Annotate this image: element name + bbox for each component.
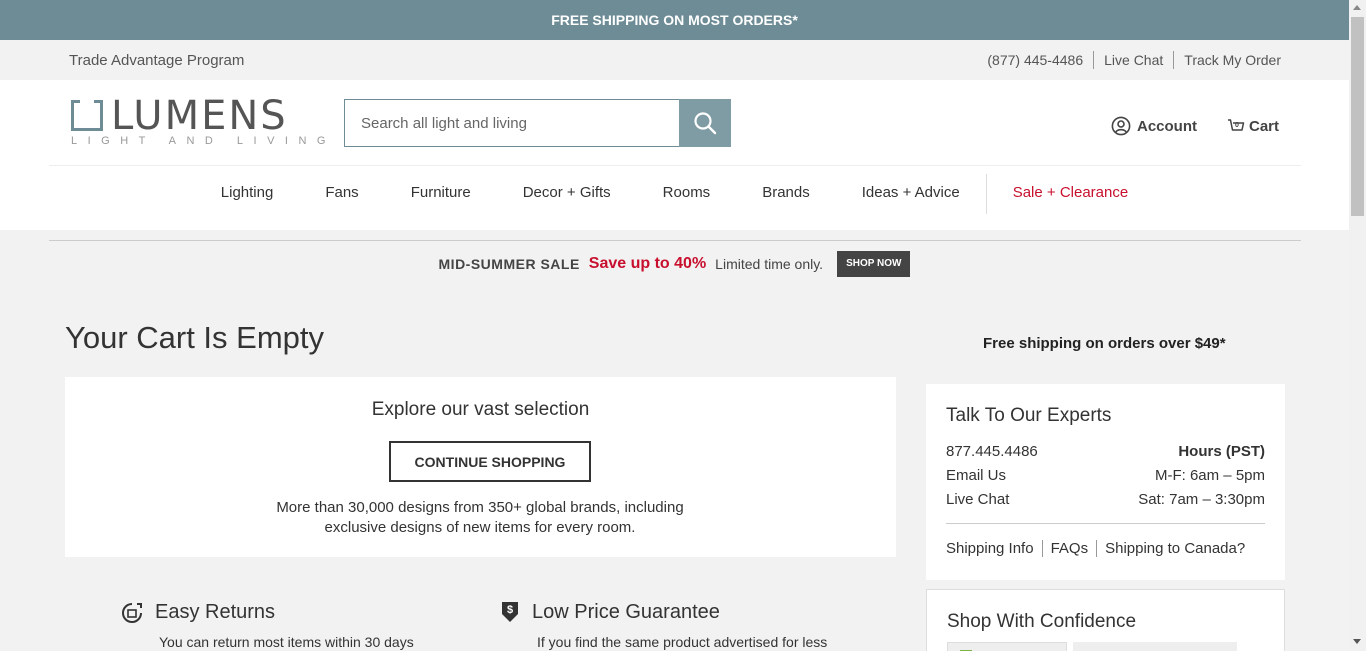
easy-returns-title: Easy Returns [155, 601, 276, 623]
shop-now-button[interactable]: SHOP NOW [837, 251, 911, 277]
scroll-down-arrow-icon[interactable] [1353, 639, 1361, 644]
sale-label: MID-SUMMER SALE [438, 256, 580, 272]
nav-separator [985, 174, 987, 214]
sale-banner: MID-SUMMER SALE Save up to 40% Limited t… [0, 251, 1349, 277]
nav-brands[interactable]: Brands [762, 184, 810, 214]
nav-ideas-advice[interactable]: Ideas + Advice [862, 184, 960, 214]
confidence-title: Shop With Confidence [947, 611, 1137, 632]
low-price-title: Low Price Guarantee [532, 601, 720, 623]
account-link[interactable]: Account [1111, 116, 1197, 136]
nav-lighting[interactable]: Lighting [221, 184, 274, 214]
weekday-hours: M-F: 6am – 5pm [1154, 467, 1265, 484]
live-chat-link[interactable]: Live Chat [1093, 51, 1173, 69]
nav-decor-gifts[interactable]: Decor + Gifts [523, 184, 611, 214]
user-icon [1111, 116, 1131, 136]
faqs-link[interactable]: FAQs [1041, 540, 1097, 557]
hours-label: Hours (PST) [1178, 443, 1265, 460]
sale-highlight: Save up to 40% [588, 255, 707, 272]
saturday-hours: Sat: 7am – 3:30pm [1138, 491, 1265, 508]
price-tag-icon: $ [502, 602, 518, 622]
search-bar [344, 99, 731, 147]
logo-mark-icon [71, 96, 103, 131]
nav-divider [49, 165, 1301, 166]
continue-shopping-button[interactable]: CONTINUE SHOPPING [389, 441, 591, 482]
sale-divider [49, 240, 1301, 241]
trust-badge-secondary[interactable] [1073, 642, 1237, 651]
search-button[interactable] [679, 99, 731, 147]
returns-icon [122, 603, 142, 623]
site-header: LUMENS LIGHT AND LIVING Account 0 Cart L… [0, 80, 1349, 230]
promo-text: FREE SHIPPING ON MOST ORDERS* [551, 12, 798, 28]
cart-icon: 0 [1228, 118, 1245, 131]
trade-program-link[interactable]: Trade Advantage Program [69, 52, 244, 69]
promo-bar[interactable]: FREE SHIPPING ON MOST ORDERS* [0, 0, 1349, 40]
logo-tagline: LIGHT AND LIVING [71, 135, 336, 147]
track-order-link[interactable]: Track My Order [1173, 51, 1281, 69]
shipping-canada-link[interactable]: Shipping to Canada? [1096, 540, 1253, 557]
scroll-thumb[interactable] [1351, 17, 1364, 216]
page-scrollbar[interactable] [1349, 0, 1366, 651]
scroll-up-arrow-icon[interactable] [1353, 5, 1361, 10]
experts-title: Talk To Our Experts [946, 405, 1112, 426]
cart-link[interactable]: 0 Cart [1227, 116, 1279, 135]
account-label: Account [1137, 117, 1197, 135]
search-icon [694, 112, 717, 135]
nav-fans[interactable]: Fans [325, 184, 358, 214]
sale-note: Limited time only. [715, 256, 824, 272]
low-price-feature: $ Low Price Guarantee [500, 599, 720, 624]
experts-divider [946, 523, 1265, 524]
experts-live-chat-link[interactable]: Live Chat [946, 491, 1009, 508]
experts-phone[interactable]: 877.445.4486 [946, 443, 1038, 460]
free-shipping-note: Free shipping on orders over $49* [983, 335, 1226, 352]
page-title: Your Cart Is Empty [65, 320, 325, 355]
explore-title: Explore our vast selection [371, 399, 590, 420]
easy-returns-desc: You can return most items within 30 days [159, 634, 414, 650]
lumens-logo[interactable]: LUMENS LIGHT AND LIVING [71, 93, 326, 149]
experts-links: Shipping Info FAQs Shipping to Canada? [946, 540, 1253, 557]
search-input[interactable] [344, 99, 679, 147]
shipping-info-link[interactable]: Shipping Info [946, 540, 1042, 557]
nav-furniture[interactable]: Furniture [411, 184, 471, 214]
easy-returns-feature: Easy Returns [121, 599, 275, 624]
email-us-link[interactable]: Email Us [946, 467, 1006, 484]
logo-wordmark: LUMENS [111, 93, 288, 139]
confidence-panel: Shop With Confidence [926, 589, 1285, 651]
phone-link[interactable]: (877) 445-4486 [977, 51, 1093, 69]
experts-panel: Talk To Our Experts 877.445.4486 Hours (… [926, 384, 1285, 580]
utility-links: (877) 445-4486 Live Chat Track My Order [977, 51, 1281, 69]
nav-rooms[interactable]: Rooms [663, 184, 711, 214]
main-nav: Lighting Fans Furniture Decor + Gifts Ro… [0, 174, 1349, 214]
cart-label: Cart [1249, 118, 1280, 135]
explore-description: More than 30,000 designs from 350+ globa… [276, 499, 684, 536]
trust-badge[interactable] [947, 642, 1067, 651]
utility-bar: Trade Advantage Program (877) 445-4486 L… [0, 40, 1349, 80]
nav-sale-clearance[interactable]: Sale + Clearance [1013, 184, 1129, 214]
empty-cart-panel: Explore our vast selection CONTINUE SHOP… [65, 377, 896, 557]
svg-text:$: $ [507, 604, 513, 616]
low-price-desc: If you find the same product advertised … [537, 634, 828, 650]
svg-text:0: 0 [1235, 122, 1239, 129]
